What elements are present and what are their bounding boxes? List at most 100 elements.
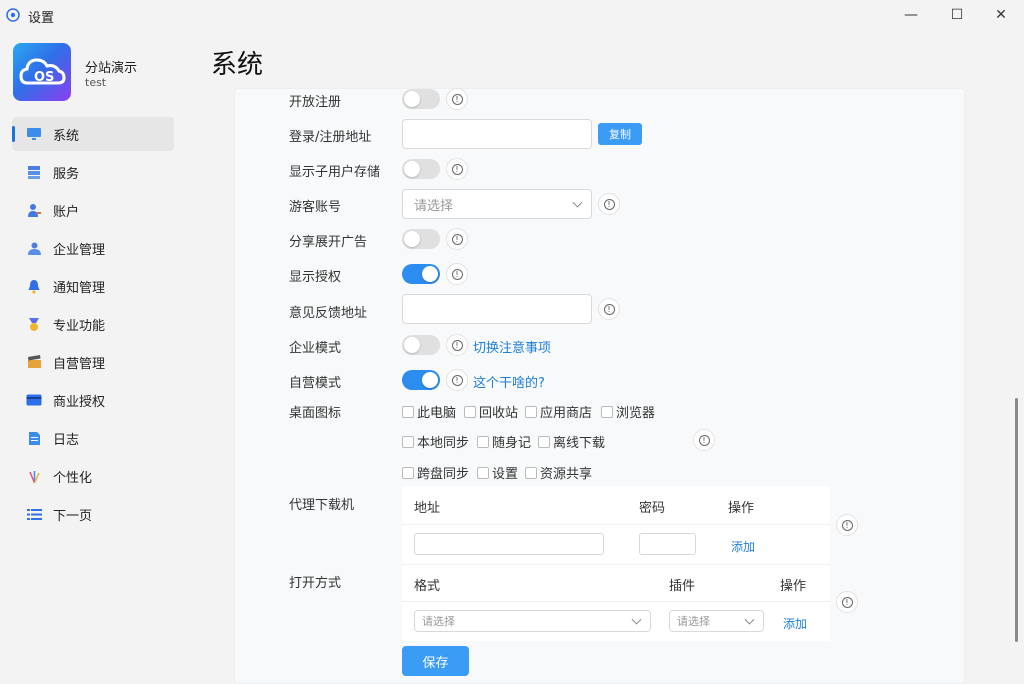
share-ad-toggle[interactable]: [402, 229, 440, 249]
card-icon: [26, 392, 42, 408]
app-icon: [6, 8, 20, 22]
nav-item-commercial-license[interactable]: 商业授权: [12, 383, 174, 417]
maximize-button[interactable]: ☐: [934, 0, 980, 30]
user-icon: [26, 202, 42, 218]
open-register-toggle[interactable]: [402, 89, 440, 109]
login-url-input[interactable]: [402, 119, 592, 149]
show-license-toggle[interactable]: [402, 264, 440, 284]
cloud-logo-icon: OS: [19, 58, 66, 85]
logo-text: OS: [34, 70, 54, 85]
copy-button[interactable]: 复制: [598, 123, 642, 145]
monitor-icon: [26, 126, 42, 142]
site-name: 分站演示: [85, 61, 138, 76]
proxy-label: 代理下载机: [289, 498, 355, 513]
list-icon: [26, 506, 42, 522]
checkbox-settings[interactable]: 设置: [477, 463, 518, 482]
chevron-down-icon: [744, 614, 755, 625]
proxy-address-input[interactable]: [414, 533, 604, 555]
checkbox-browser[interactable]: 浏览器: [601, 402, 655, 421]
nav-label: 个性化: [53, 470, 93, 486]
nav-item-pro-features[interactable]: 专业功能: [12, 307, 174, 341]
nav-label: 自营管理: [53, 356, 106, 372]
guest-account-select[interactable]: 请选择: [402, 189, 592, 219]
guest-account-placeholder: 请选择: [414, 198, 454, 214]
nav-label: 账户: [53, 204, 80, 220]
site-subtitle: test: [85, 76, 107, 89]
open-register-label: 开放注册: [289, 95, 342, 110]
checkbox-cross-disk-sync[interactable]: 跨盘同步: [402, 463, 469, 482]
checkbox-this-pc[interactable]: 此电脑: [402, 402, 456, 421]
enterprise-mode-toggle[interactable]: [402, 335, 440, 355]
guest-account-info-icon[interactable]: !: [598, 193, 620, 215]
nav-item-enterprise[interactable]: 企业管理: [12, 231, 174, 265]
medal-icon: [26, 316, 42, 332]
chevron-down-icon: [572, 197, 583, 208]
show-sub-storage-info-icon[interactable]: !: [446, 158, 468, 180]
proxy-add-link[interactable]: 添加: [731, 538, 755, 555]
enterprise-mode-info-icon[interactable]: !: [446, 334, 468, 356]
plugin-placeholder: 请选择: [677, 615, 710, 628]
checkbox-app-store[interactable]: 应用商店: [525, 402, 592, 421]
checkbox-recycle-bin[interactable]: 回收站: [464, 402, 518, 421]
nav-label: 日志: [53, 432, 80, 448]
enterprise-mode-notes-link[interactable]: 切换注意事项: [473, 337, 551, 356]
desktop-icons-label: 桌面图标: [289, 406, 342, 421]
checkbox-offline-download[interactable]: 离线下载: [538, 432, 605, 451]
page-title: 系统: [211, 50, 264, 80]
nav-item-log[interactable]: 日志: [12, 421, 174, 455]
self-mode-toggle[interactable]: [402, 370, 440, 390]
close-button[interactable]: ✕: [978, 0, 1024, 30]
show-sub-storage-label: 显示子用户存储: [289, 165, 381, 180]
plugin-select[interactable]: 请选择: [669, 610, 764, 632]
proxy-table: 地址 密码 操作 添加: [402, 486, 830, 564]
feedback-url-info-icon[interactable]: !: [598, 298, 620, 320]
proxy-header-action: 操作: [728, 501, 755, 516]
enterprise-mode-label: 企业模式: [289, 341, 342, 356]
firework-icon: [26, 468, 42, 484]
open-with-label: 打开方式: [289, 576, 342, 591]
server-icon: [26, 164, 42, 180]
minimize-button[interactable]: —: [888, 0, 934, 30]
proxy-header-password: 密码: [639, 501, 666, 516]
nav-item-self-management[interactable]: 自营管理: [12, 345, 174, 379]
nav-label: 系统: [53, 128, 80, 144]
nav-label: 下一页: [53, 508, 93, 524]
self-mode-help-link[interactable]: 这个干啥的?: [473, 372, 545, 391]
open-register-info-icon[interactable]: !: [446, 88, 468, 110]
open-with-table: 格式 插件 操作 请选择 请选择 添加: [402, 564, 830, 641]
open-with-info-icon[interactable]: !: [836, 591, 858, 613]
checkbox-local-sync[interactable]: 本地同步: [402, 432, 469, 451]
open-with-header-action: 操作: [780, 579, 807, 594]
guest-account-label: 游客账号: [289, 200, 342, 215]
desktop-icons-info-icon[interactable]: !: [693, 429, 715, 451]
save-button[interactable]: 保存: [402, 646, 469, 676]
checkbox-notes[interactable]: 随身记: [477, 432, 531, 451]
nav-item-next-page[interactable]: 下一页: [12, 497, 174, 531]
open-with-add-link[interactable]: 添加: [783, 615, 807, 632]
chevron-down-icon: [631, 614, 642, 625]
feedback-url-input[interactable]: [402, 294, 592, 324]
self-mode-label: 自营模式: [289, 376, 342, 391]
nav-item-personalize[interactable]: 个性化: [12, 459, 174, 493]
checkbox-resource-share[interactable]: 资源共享: [525, 463, 592, 482]
scrollbar[interactable]: [1015, 398, 1018, 642]
site-logo[interactable]: OS: [13, 43, 71, 101]
feedback-url-label: 意见反馈地址: [289, 306, 368, 321]
show-license-label: 显示授权: [289, 270, 342, 285]
show-sub-storage-toggle[interactable]: [402, 159, 440, 179]
format-select[interactable]: 请选择: [414, 610, 651, 632]
open-with-header-plugin: 插件: [669, 579, 696, 594]
share-ad-info-icon[interactable]: !: [446, 228, 468, 250]
nav-item-notification[interactable]: 通知管理: [12, 269, 174, 303]
nav-item-account[interactable]: 账户: [12, 193, 174, 227]
clapper-icon: [26, 354, 42, 370]
self-mode-info-icon[interactable]: !: [446, 369, 468, 391]
proxy-password-input[interactable]: [639, 533, 696, 555]
proxy-info-icon[interactable]: !: [836, 514, 858, 536]
show-license-info-icon[interactable]: !: [446, 263, 468, 285]
nav-label: 专业功能: [53, 318, 106, 334]
enterprise-icon: [26, 240, 42, 256]
sidebar: OS 分站演示 test 系统 服务 账户 企业管理 通知管理 专业功能 自营管…: [0, 30, 190, 684]
nav-item-system[interactable]: 系统: [12, 117, 174, 151]
nav-item-service[interactable]: 服务: [12, 155, 174, 189]
